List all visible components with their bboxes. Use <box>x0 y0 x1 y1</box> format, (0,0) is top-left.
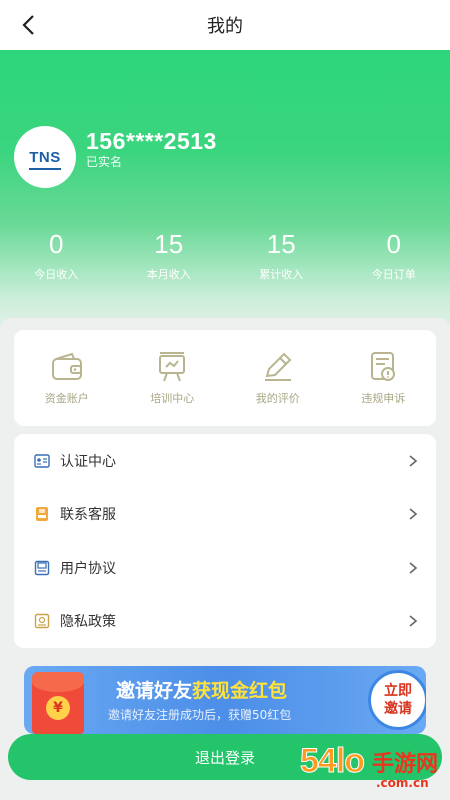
privacy-icon <box>34 612 52 630</box>
watermark-number: 54lo <box>299 742 365 781</box>
stats-row: 0 今日收入 15 本月收入 15 累计收入 0 今日订单 <box>0 226 450 286</box>
cta-line1: 立即 <box>384 683 412 699</box>
envelope-flap <box>32 672 84 692</box>
menu-item-customer-service[interactable]: 联系客服 <box>14 488 436 542</box>
banner-title: 邀请好友获现金红包 <box>116 676 287 703</box>
banner-title-highlight: 获现金红包 <box>192 680 288 702</box>
stat-today-income[interactable]: 0 今日收入 <box>0 226 113 286</box>
profile-header-background <box>0 50 450 340</box>
quick-action-violation-appeal[interactable]: 违规申诉 <box>331 350 437 426</box>
watermark: 54lo 手游网 .com.cn <box>299 742 450 798</box>
page-title: 我的 <box>207 16 243 37</box>
top-bar: 我的 <box>0 0 450 50</box>
watermark-text: 手游网 <box>372 752 439 777</box>
quick-action-label: 资金账户 <box>44 392 89 405</box>
back-button[interactable] <box>14 10 44 40</box>
chevron-right-icon <box>409 508 418 520</box>
banner-title-part1: 邀请好友 <box>116 680 193 702</box>
menu-item-certification[interactable]: 认证中心 <box>14 434 436 488</box>
quick-action-my-reviews[interactable]: 我的评价 <box>225 350 331 426</box>
stat-value: 15 <box>154 229 184 259</box>
menu-item-label: 隐私政策 <box>60 614 116 631</box>
yen-coin: ¥ <box>46 696 70 720</box>
stat-value: 0 <box>49 229 64 259</box>
stat-label: 今日收入 <box>34 268 79 281</box>
chevron-right-icon <box>409 455 418 467</box>
banner-subtitle: 邀请好友注册成功后，获赠50红包 <box>108 708 292 722</box>
quick-action-fund-account[interactable]: 资金账户 <box>14 350 120 426</box>
stat-label: 今日订单 <box>371 268 416 281</box>
chevron-right-icon <box>409 562 418 574</box>
customer-service-icon <box>34 505 52 523</box>
quick-action-label: 违规申诉 <box>361 392 406 405</box>
menu-item-label: 认证中心 <box>60 453 116 470</box>
red-envelope-icon: ¥ <box>32 672 84 734</box>
avatar-logo: TNS <box>29 148 61 170</box>
verification-status: 已实名 <box>86 155 123 169</box>
chevron-left-icon <box>22 15 34 35</box>
stat-today-orders[interactable]: 0 今日订单 <box>338 226 450 286</box>
pen-icon <box>264 352 292 381</box>
avatar[interactable]: TNS <box>14 126 76 188</box>
menu-item-label: 用户协议 <box>60 560 116 577</box>
invite-now-button[interactable]: 立即 邀请 <box>368 670 426 730</box>
menu-item-privacy-policy[interactable]: 隐私政策 <box>14 595 436 649</box>
wallet-icon <box>51 352 82 380</box>
easel-icon <box>159 352 186 382</box>
menu-item-label: 联系客服 <box>60 507 116 524</box>
document-alert-icon <box>371 352 396 381</box>
cta-line2: 邀请 <box>384 701 412 717</box>
watermark-url: .com.cn <box>376 776 429 790</box>
stat-label: 本月收入 <box>146 268 191 281</box>
stat-value: 15 <box>266 229 296 259</box>
agreement-icon <box>34 559 52 577</box>
stat-label: 累计收入 <box>259 268 304 281</box>
settings-menu: 认证中心 联系客服 用户协议 隐私政策 <box>14 434 436 648</box>
user-phone: 156****2513 <box>86 128 217 154</box>
invite-banner[interactable]: ¥ 邀请好友获现金红包 邀请好友注册成功后，获赠50红包 立即 邀请 <box>24 666 426 734</box>
menu-item-user-agreement[interactable]: 用户协议 <box>14 541 436 595</box>
quick-action-label: 培训中心 <box>150 392 195 405</box>
stat-total-income[interactable]: 15 累计收入 <box>225 226 338 286</box>
id-card-icon <box>34 452 52 470</box>
stat-value: 0 <box>386 229 401 259</box>
quick-action-training-center[interactable]: 培训中心 <box>120 350 226 426</box>
quick-action-label: 我的评价 <box>255 392 300 405</box>
quick-actions-card: 资金账户 培训中心 我的评价 违规申诉 <box>14 330 436 426</box>
stat-month-income[interactable]: 15 本月收入 <box>113 226 226 286</box>
chevron-right-icon <box>409 615 418 627</box>
